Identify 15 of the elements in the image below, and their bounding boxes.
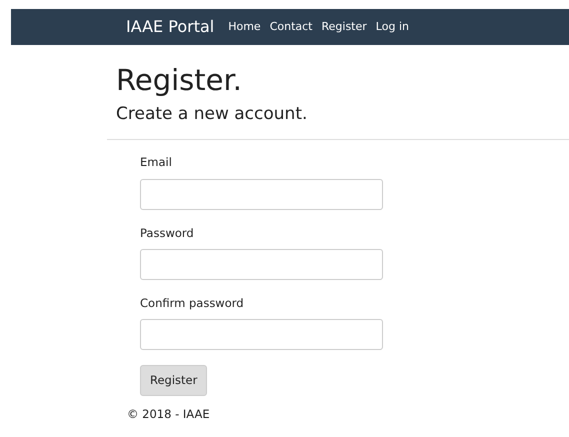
nav-link[interactable]: Home: [228, 18, 261, 36]
nav-link[interactable]: Contact: [270, 18, 312, 36]
nav-link[interactable]: Log in: [376, 18, 409, 36]
page-heading: Register.: [116, 63, 243, 98]
nav-link[interactable]: Register: [322, 18, 367, 36]
input-field[interactable]: [140, 319, 383, 350]
page-subheading: Create a new account.: [116, 102, 308, 126]
field-label: Confirm password: [140, 294, 245, 312]
brand-link[interactable]: IAAE Portal: [126, 15, 214, 39]
field-label: Password: [140, 224, 195, 242]
input-field[interactable]: [140, 178, 383, 210]
input-field[interactable]: [140, 248, 383, 280]
field-label: Email: [140, 154, 173, 172]
register-button[interactable]: Register: [140, 365, 208, 396]
footer-text: © 2018 - IAAE: [126, 406, 211, 424]
